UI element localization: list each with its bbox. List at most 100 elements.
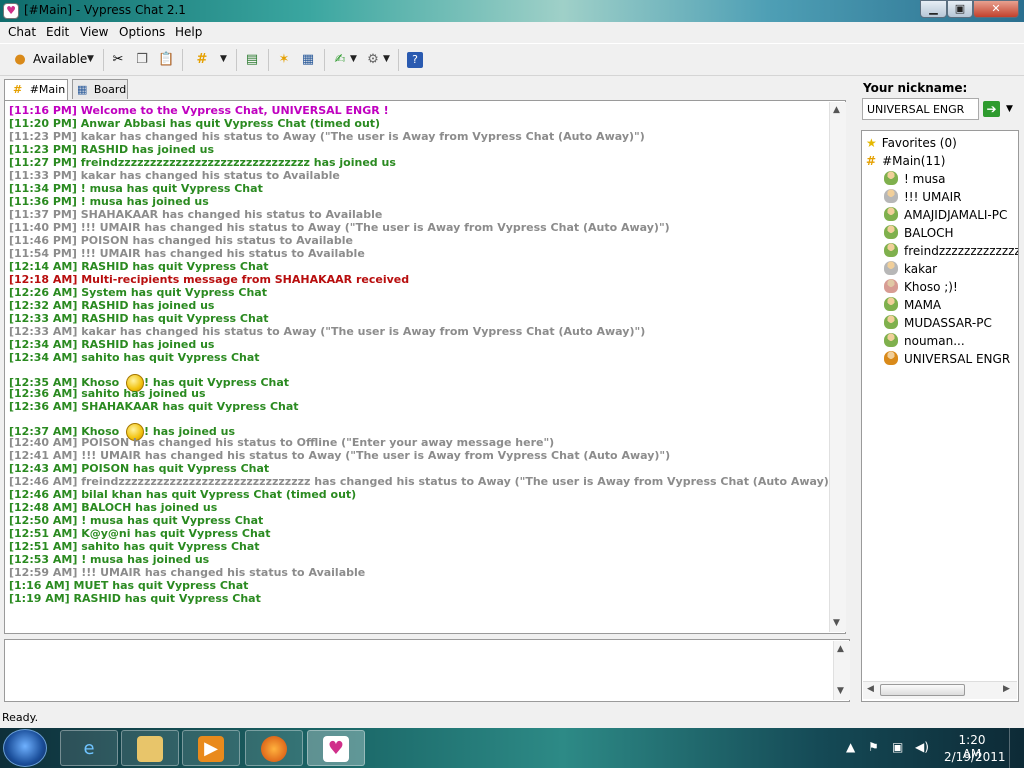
scroll-up-arrow-icon[interactable]: ▲ (837, 644, 844, 654)
media-player-task[interactable]: ▶ (182, 730, 240, 766)
chat-line-text: [12:18 AM] Multi-recipients message from… (9, 273, 410, 286)
menu-help[interactable]: Help (175, 25, 202, 39)
user-name: Khoso ;)! (904, 280, 958, 294)
nickname-dropdown-arrow-icon[interactable]: ▼ (1006, 104, 1013, 114)
channel-dropdown-arrow-icon[interactable]: ▼ (220, 54, 227, 64)
chat-line-text: [12:34 AM] RASHID has joined us (9, 338, 215, 351)
chat-line: [11:34 PM] ! musa has quit Vypress Chat (9, 182, 827, 195)
settings-dropdown-arrow-icon[interactable]: ▼ (383, 54, 390, 64)
explorer-task[interactable] (121, 730, 179, 766)
user-item[interactable]: MUDASSAR-PC (884, 314, 992, 332)
maximize-button[interactable]: ▣ (947, 0, 973, 18)
toolbar-separator (398, 49, 399, 71)
chat-line-text: [12:34 AM] sahito has quit Vypress Chat (9, 351, 260, 364)
copy-icon[interactable]: ❐ (134, 52, 150, 68)
chat-line: [11:37 PM] SHAHAKAAR has changed his sta… (9, 208, 827, 221)
minimize-button[interactable]: ▁ (920, 0, 947, 18)
nickname-input[interactable] (862, 98, 979, 120)
show-desktop-button[interactable] (1009, 728, 1024, 768)
chat-line-text: [12:41 AM] !!! UMAIR has changed his sta… (9, 449, 671, 462)
windows-taskbar: e ▶ ♥ ▲ ⚑ ▣ ◀) 1:20 AM 2/19/2011 (0, 728, 1024, 768)
input-scrollbar[interactable]: ▲ ▼ (833, 641, 850, 700)
scroll-down-arrow-icon[interactable]: ▼ (833, 618, 840, 628)
volume-icon[interactable]: ◀) (915, 740, 929, 754)
log-icon[interactable]: ✍ (332, 52, 348, 68)
user-item[interactable]: kakar (884, 260, 937, 278)
user-name: AMAJIDJAMALI-PC (904, 208, 1008, 222)
tab-board[interactable]: ▦ Board (72, 79, 128, 99)
user-item[interactable]: AMAJIDJAMALI-PC (884, 206, 1007, 224)
channel-item-main[interactable]: # #Main(11) (866, 152, 945, 170)
chat-line-text: [11:16 PM] Welcome to the Vypress Chat, … (9, 104, 389, 117)
user-item[interactable]: MAMA (884, 296, 941, 314)
star-icon: ★ (866, 136, 877, 150)
menu-chat[interactable]: Chat (8, 25, 36, 39)
chat-log-panel[interactable]: [11:16 PM] Welcome to the Vypress Chat, … (4, 100, 846, 634)
log-dropdown-arrow-icon[interactable]: ▼ (350, 54, 357, 64)
chat-line: [12:14 AM] RASHID has quit Vypress Chat (9, 260, 827, 273)
cut-icon[interactable]: ✂ (110, 52, 126, 68)
settings-gear-icon[interactable]: ⚙ (365, 52, 381, 68)
status-dropdown-arrow-icon[interactable]: ▼ (87, 54, 94, 64)
user-item[interactable]: Khoso ;)! (884, 278, 958, 296)
board-icon[interactable]: ▦ (300, 52, 316, 68)
scroll-right-arrow-icon[interactable]: ▶ (1003, 684, 1010, 694)
user-item[interactable]: freindzzzzzzzzzzzzzzzzzz (884, 242, 1018, 260)
chat-line: [12:34 AM] RASHID has joined us (9, 338, 827, 351)
user-name: nouman... (904, 334, 965, 348)
toolbar: ● Available ▼ ✂ ❐ 📋 # ▼ ▤ ✶ ▦ ✍ ▼ ⚙ ▼ ? (0, 43, 1024, 76)
apply-nickname-arrow-icon[interactable]: ➔ (983, 101, 1000, 117)
channel-icon[interactable]: # (194, 52, 210, 68)
help-icon[interactable]: ? (407, 52, 423, 68)
chat-line-text: [12:33 AM] RASHID has quit Vypress Chat (9, 312, 269, 325)
chat-line-text: [11:54 PM] !!! UMAIR has changed his sta… (9, 247, 365, 260)
scroll-up-arrow-icon[interactable]: ▲ (833, 105, 840, 115)
message-input[interactable]: ▲ ▼ (4, 639, 850, 702)
user-status-icon[interactable]: ● (12, 52, 28, 68)
menu-view[interactable]: View (80, 25, 108, 39)
flag-icon[interactable]: ⚑ (868, 740, 879, 754)
board-icon: ▦ (77, 83, 88, 96)
close-button[interactable]: ✕ (973, 0, 1019, 18)
network-icon[interactable]: ▣ (892, 740, 903, 754)
user-name: BALOCH (904, 226, 954, 240)
chat-line: [12:18 AM] Multi-recipients message from… (9, 273, 827, 286)
message-icon[interactable]: ▤ (244, 52, 260, 68)
start-button[interactable] (3, 729, 47, 767)
show-hidden-icons-icon[interactable]: ▲ (846, 740, 855, 754)
tab-main[interactable]: # #Main (4, 79, 68, 100)
chat-line-text: [1:19 AM] RASHID has quit Vypress Chat (9, 592, 261, 605)
internet-explorer-task[interactable]: e (60, 730, 118, 766)
vypress-chat-task[interactable]: ♥ (307, 730, 365, 766)
chat-line: [12:51 AM] sahito has quit Vypress Chat (9, 540, 827, 553)
scroll-thumb[interactable] (880, 684, 965, 696)
user-avatar-icon (884, 171, 898, 185)
firefox-icon (261, 736, 287, 762)
beep-icon[interactable]: ✶ (276, 52, 292, 68)
user-item[interactable]: !!! UMAIR (884, 188, 961, 206)
menu-edit[interactable]: Edit (46, 25, 69, 39)
status-dropdown[interactable]: Available (33, 52, 87, 72)
chat-line: [12:35 AM] Khoso ! has quit Vypress Chat (9, 364, 827, 392)
user-list-hscrollbar[interactable]: ◀ ▶ (863, 681, 1017, 699)
paste-icon[interactable]: 📋 (158, 52, 174, 68)
status-bar: Ready. (0, 708, 1024, 728)
clock-date[interactable]: 2/19/2011 (944, 750, 1006, 764)
user-name: UNIVERSAL ENGR (904, 352, 1011, 366)
user-item[interactable]: UNIVERSAL ENGR (884, 350, 1010, 368)
chat-line: [12:43 AM] POISON has quit Vypress Chat (9, 462, 827, 475)
menu-options[interactable]: Options (119, 25, 165, 39)
chat-line-text: [11:23 PM] kakar has changed his status … (9, 130, 645, 143)
firefox-task[interactable] (245, 730, 303, 766)
nickname-label: Your nickname: (863, 81, 968, 95)
user-item[interactable]: nouman... (884, 332, 965, 350)
favorites-item[interactable]: ★ Favorites (0) (866, 134, 957, 152)
chat-line: [11:23 PM] kakar has changed his status … (9, 130, 827, 143)
scroll-left-arrow-icon[interactable]: ◀ (867, 684, 874, 694)
chat-line-text: [1:16 AM] MUET has quit Vypress Chat (9, 579, 249, 592)
chat-scrollbar[interactable]: ▲ ▼ (829, 102, 846, 632)
user-item[interactable]: ! musa (884, 170, 946, 188)
user-item[interactable]: BALOCH (884, 224, 954, 242)
app-icon[interactable]: ♥ (3, 3, 19, 19)
scroll-down-arrow-icon[interactable]: ▼ (837, 686, 844, 696)
